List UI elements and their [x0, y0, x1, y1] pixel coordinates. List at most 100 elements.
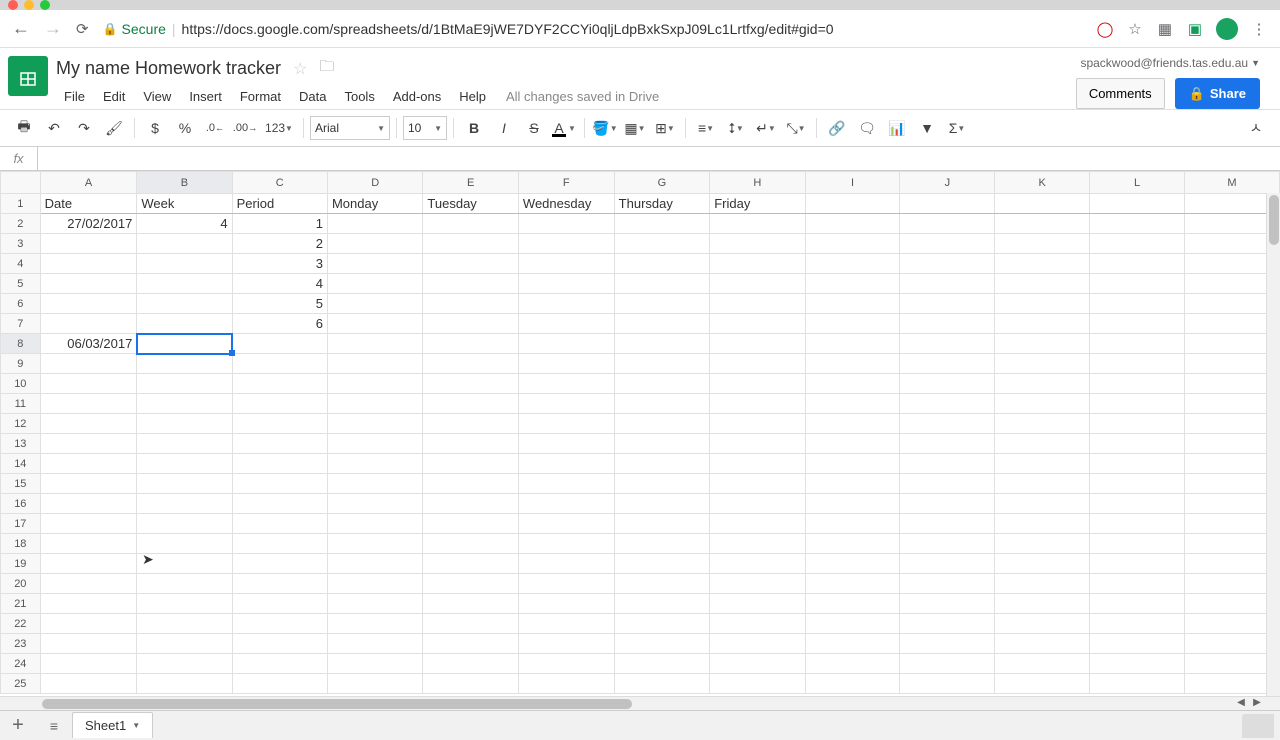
- cell-K24[interactable]: [995, 654, 1090, 674]
- formula-input[interactable]: [38, 151, 1280, 166]
- cell-L21[interactable]: [1090, 594, 1185, 614]
- cell-F18[interactable]: [518, 534, 614, 554]
- cell-K5[interactable]: [995, 274, 1090, 294]
- more-formats-button[interactable]: 123▼: [261, 114, 297, 142]
- cell-H12[interactable]: [710, 414, 805, 434]
- cell-D5[interactable]: [327, 274, 422, 294]
- cell-I3[interactable]: [805, 234, 900, 254]
- cell-K25[interactable]: [995, 674, 1090, 694]
- cell-I6[interactable]: [805, 294, 900, 314]
- cell-C2[interactable]: 1: [232, 214, 327, 234]
- horizontal-scrollbar[interactable]: ◀ ▶: [0, 696, 1280, 710]
- cell-D3[interactable]: [327, 234, 422, 254]
- cell-E20[interactable]: [423, 574, 519, 594]
- cell-A7[interactable]: [40, 314, 137, 334]
- cell-K16[interactable]: [995, 494, 1090, 514]
- cell-J6[interactable]: [900, 294, 995, 314]
- column-header-G[interactable]: G: [614, 172, 710, 194]
- menu-tools[interactable]: Tools: [336, 85, 382, 108]
- cell-C13[interactable]: [232, 434, 327, 454]
- cell-K19[interactable]: [995, 554, 1090, 574]
- cell-K4[interactable]: [995, 254, 1090, 274]
- reload-button[interactable]: ⟳: [76, 20, 89, 38]
- cell-H15[interactable]: [710, 474, 805, 494]
- cell-A12[interactable]: [40, 414, 137, 434]
- cell-D25[interactable]: [327, 674, 422, 694]
- row-header-11[interactable]: 11: [1, 394, 41, 414]
- cell-L7[interactable]: [1090, 314, 1185, 334]
- column-header-E[interactable]: E: [423, 172, 519, 194]
- cell-J11[interactable]: [900, 394, 995, 414]
- cell-K15[interactable]: [995, 474, 1090, 494]
- cell-G15[interactable]: [614, 474, 710, 494]
- cell-E15[interactable]: [423, 474, 519, 494]
- cell-J24[interactable]: [900, 654, 995, 674]
- spreadsheet-grid[interactable]: ABCDEFGHIJKLM1DateWeekPeriodMondayTuesda…: [0, 171, 1280, 694]
- menu-help[interactable]: Help: [451, 85, 494, 108]
- cell-J4[interactable]: [900, 254, 995, 274]
- horizontal-align-button[interactable]: ≡▼: [692, 114, 720, 142]
- cell-E16[interactable]: [423, 494, 519, 514]
- column-header-K[interactable]: K: [995, 172, 1090, 194]
- menu-data[interactable]: Data: [291, 85, 334, 108]
- cell-D19[interactable]: [327, 554, 422, 574]
- cell-J8[interactable]: [900, 334, 995, 354]
- cell-B15[interactable]: [137, 474, 232, 494]
- cell-A16[interactable]: [40, 494, 137, 514]
- cell-E10[interactable]: [423, 374, 519, 394]
- row-header-24[interactable]: 24: [1, 654, 41, 674]
- row-header-6[interactable]: 6: [1, 294, 41, 314]
- cell-H9[interactable]: [710, 354, 805, 374]
- cell-I7[interactable]: [805, 314, 900, 334]
- cell-G4[interactable]: [614, 254, 710, 274]
- cell-G18[interactable]: [614, 534, 710, 554]
- row-header-14[interactable]: 14: [1, 454, 41, 474]
- cell-L15[interactable]: [1090, 474, 1185, 494]
- cell-E4[interactable]: [423, 254, 519, 274]
- cell-I14[interactable]: [805, 454, 900, 474]
- cell-B12[interactable]: [137, 414, 232, 434]
- cell-C3[interactable]: 2: [232, 234, 327, 254]
- cell-H1[interactable]: Friday: [710, 194, 805, 214]
- cell-J5[interactable]: [900, 274, 995, 294]
- cell-G2[interactable]: [614, 214, 710, 234]
- row-header-25[interactable]: 25: [1, 674, 41, 694]
- cell-I20[interactable]: [805, 574, 900, 594]
- cell-D2[interactable]: [327, 214, 422, 234]
- cell-E22[interactable]: [423, 614, 519, 634]
- cell-B3[interactable]: [137, 234, 232, 254]
- insert-link-icon[interactable]: 🔗: [823, 114, 851, 142]
- cell-J17[interactable]: [900, 514, 995, 534]
- cell-D11[interactable]: [327, 394, 422, 414]
- row-header-2[interactable]: 2: [1, 214, 41, 234]
- cell-D14[interactable]: [327, 454, 422, 474]
- cell-J22[interactable]: [900, 614, 995, 634]
- cell-B2[interactable]: 4: [137, 214, 232, 234]
- cell-D13[interactable]: [327, 434, 422, 454]
- cell-D24[interactable]: [327, 654, 422, 674]
- cell-H16[interactable]: [710, 494, 805, 514]
- cell-C8[interactable]: [232, 334, 327, 354]
- row-header-23[interactable]: 23: [1, 634, 41, 654]
- cell-F14[interactable]: [518, 454, 614, 474]
- cell-C11[interactable]: [232, 394, 327, 414]
- column-header-A[interactable]: A: [40, 172, 137, 194]
- increase-decimal-button[interactable]: .00→: [231, 114, 259, 142]
- paint-format-icon[interactable]: 🖌: [100, 114, 128, 142]
- cell-A13[interactable]: [40, 434, 137, 454]
- cell-J1[interactable]: [900, 194, 995, 214]
- cell-K1[interactable]: [995, 194, 1090, 214]
- cell-G1[interactable]: Thursday: [614, 194, 710, 214]
- star-icon[interactable]: ☆: [293, 59, 307, 79]
- cell-H21[interactable]: [710, 594, 805, 614]
- cell-H24[interactable]: [710, 654, 805, 674]
- cell-A19[interactable]: [40, 554, 137, 574]
- cell-I19[interactable]: [805, 554, 900, 574]
- sheet-tab[interactable]: Sheet1 ▼: [72, 712, 153, 738]
- cell-E12[interactable]: [423, 414, 519, 434]
- cell-F20[interactable]: [518, 574, 614, 594]
- cell-A21[interactable]: [40, 594, 137, 614]
- cell-I2[interactable]: [805, 214, 900, 234]
- cell-C7[interactable]: 6: [232, 314, 327, 334]
- cell-K13[interactable]: [995, 434, 1090, 454]
